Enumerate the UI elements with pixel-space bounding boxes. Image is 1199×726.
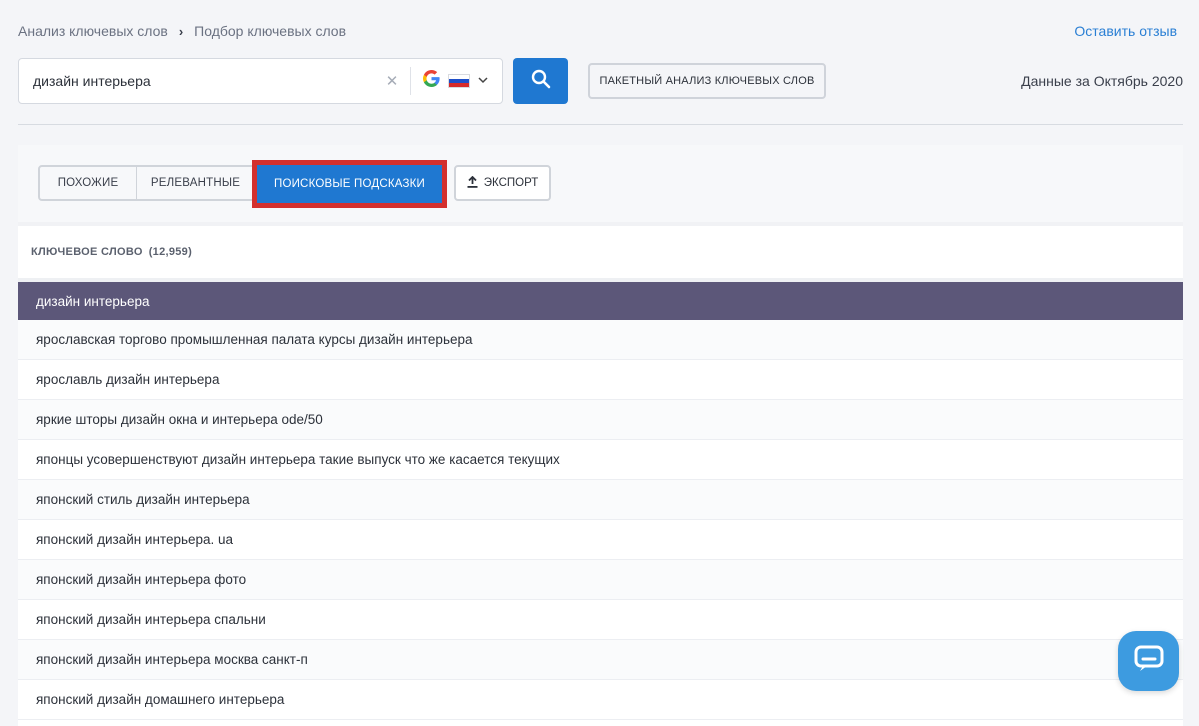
chat-bubble-icon — [1134, 645, 1164, 678]
table-row[interactable]: японский дизайн интерьера спальни — [18, 600, 1183, 640]
search-input[interactable] — [19, 59, 382, 103]
table-row[interactable]: японский дизайн домашнего интерьера — [18, 680, 1183, 720]
data-period: Данные за Октябрь 2020 — [1021, 73, 1183, 89]
breadcrumb-item-keyword-analysis[interactable]: Анализ ключевых слов — [18, 23, 168, 39]
export-button[interactable]: ЭКСПОРТ — [454, 165, 551, 201]
page: Анализ ключевых слов › Подбор ключевых с… — [0, 0, 1199, 726]
table-row[interactable]: японцы усовершенствуют дизайн интерьера … — [18, 440, 1183, 480]
table-row[interactable]: ярославль дизайн интерьера — [18, 360, 1183, 400]
table-row[interactable]: японский дизайн интерьера. ua — [18, 520, 1183, 560]
search-box: ✕ — [18, 58, 503, 104]
tab-group: ПОХОЖИЕ РЕЛЕВАНТНЫЕ — [38, 165, 256, 201]
breadcrumb: Анализ ключевых слов › Подбор ключевых с… — [18, 23, 346, 39]
keyword-count: (12,959) — [148, 246, 193, 258]
results-panel: ПОХОЖИЕ РЕЛЕВАНТНЫЕ ПОИСКОВЫЕ ПОДСКАЗКИ … — [18, 145, 1183, 726]
results-toolbar: ПОХОЖИЕ РЕЛЕВАНТНЫЕ ПОИСКОВЫЕ ПОДСКАЗКИ … — [18, 145, 1183, 222]
tab-search-suggestions-highlight: ПОИСКОВЫЕ ПОДСКАЗКИ — [252, 160, 447, 208]
tab-search-suggestions[interactable]: ПОИСКОВЫЕ ПОДСКАЗКИ — [257, 165, 442, 203]
breadcrumb-item-keyword-selection: Подбор ключевых слов — [194, 23, 347, 39]
chat-widget-button[interactable] — [1118, 631, 1179, 691]
column-header-keyword[interactable]: КЛЮЧЕВОЕ СЛОВО — [31, 246, 143, 258]
google-logo-icon — [423, 70, 440, 92]
tab-relevant[interactable]: РЕЛЕВАНТНЫЕ — [136, 167, 254, 199]
breadcrumb-separator: › — [178, 23, 184, 39]
search-button[interactable] — [513, 58, 568, 104]
search-icon — [531, 69, 551, 94]
chevron-down-icon — [478, 76, 488, 87]
tab-similar[interactable]: ПОХОЖИЕ — [40, 167, 136, 199]
table-row[interactable]: японский дизайн интерьера фото — [18, 560, 1183, 600]
keyword-table: дизайн интерьера ярославская торгово про… — [18, 278, 1183, 720]
divider — [18, 124, 1183, 125]
batch-analysis-button[interactable]: ПАКЕТНЫЙ АНАЛИЗ КЛЮЧЕВЫХ СЛОВ — [588, 63, 826, 99]
russia-flag-icon — [448, 74, 470, 88]
table-row[interactable]: яркие шторы дизайн окна и интерьера ode/… — [18, 400, 1183, 440]
upload-icon — [467, 175, 478, 191]
export-label: ЭКСПОРТ — [483, 177, 539, 189]
table-row[interactable]: японский стиль дизайн интерьера — [18, 480, 1183, 520]
feedback-link[interactable]: Оставить отзыв — [1074, 23, 1177, 39]
table-row[interactable]: японский дизайн интерьера москва санкт-п — [18, 640, 1183, 680]
engine-country-select[interactable] — [411, 70, 502, 92]
table-header: КЛЮЧЕВОЕ СЛОВО (12,959) — [18, 222, 1183, 278]
table-row[interactable]: дизайн интерьера — [18, 282, 1183, 320]
close-icon[interactable]: ✕ — [382, 72, 402, 90]
table-row[interactable]: ярославская торгово промышленная палата … — [18, 320, 1183, 360]
